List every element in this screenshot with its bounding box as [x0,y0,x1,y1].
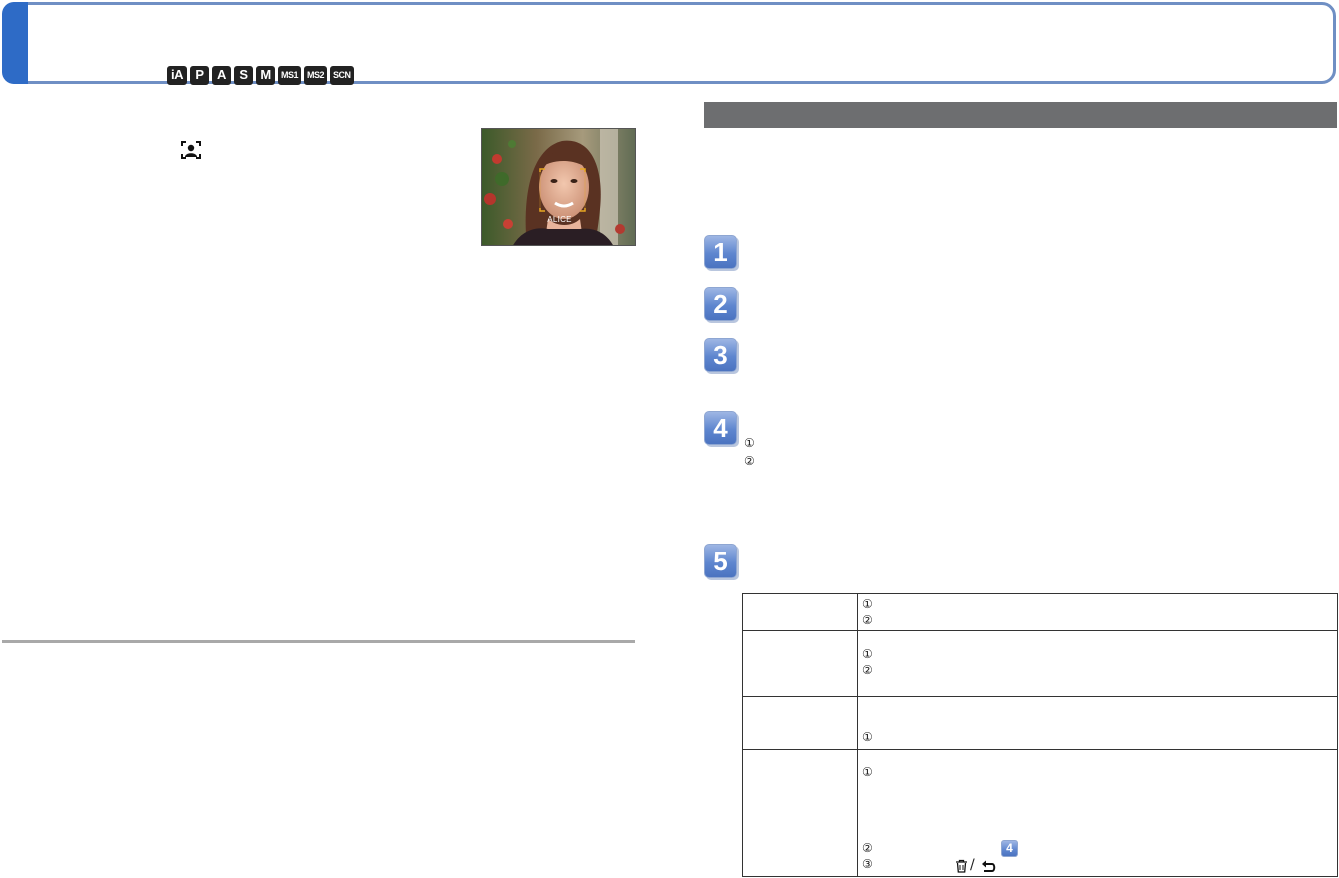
step-4-substep-1: ① [744,436,755,450]
mode-ms1-icon: MS1 [278,66,302,85]
table-row-divider [743,749,1337,750]
step-3-badge: 3 [704,338,737,372]
step-4-substep-2: ② [744,454,755,468]
table-row4-item3: ③ [862,857,873,871]
table-row4-item2: ② [862,841,873,855]
step-2-badge: 2 [704,287,737,321]
step-5-badge: 5 [704,544,737,578]
sample-face-recognition-photo: ALICE [481,128,636,246]
step-1-badge: 1 [704,235,737,269]
page-header: iA P A S M MS1 MS2 SCN [2,2,1336,85]
slash-separator: / [970,857,975,873]
left-divider [2,640,635,643]
mode-ia-icon: iA [167,66,187,85]
step-4-badge: 4 [704,411,737,445]
mode-p-icon: P [190,66,209,85]
table-row-divider [743,696,1337,697]
mode-s-icon: S [234,66,253,85]
recording-mode-icons: iA P A S M MS1 MS2 SCN [167,66,354,85]
mode-ms2-icon: MS2 [304,66,328,85]
table-row1-item1: ① [862,597,873,611]
inline-step-4-badge: 4 [1001,840,1018,857]
section-heading-bar [704,102,1337,128]
table-row1-item2: ② [862,613,873,627]
trash-icon [956,859,967,873]
table-row4-item1: ① [862,765,873,779]
return-arrow-icon [982,860,996,872]
table-row3-item1: ① [862,730,873,744]
table-row2-item1: ① [862,647,873,661]
table-row-divider [743,630,1337,631]
mode-scn-icon: SCN [330,66,354,85]
header-tab-accent [2,2,28,84]
mode-a-icon: A [212,66,231,85]
face-recognition-icon [181,141,201,159]
table-row2-item2: ② [862,663,873,677]
table-column-divider [857,594,858,876]
photo-caption: ALICE [547,215,572,224]
mode-m-icon: M [256,66,275,85]
settings-table [742,593,1338,877]
